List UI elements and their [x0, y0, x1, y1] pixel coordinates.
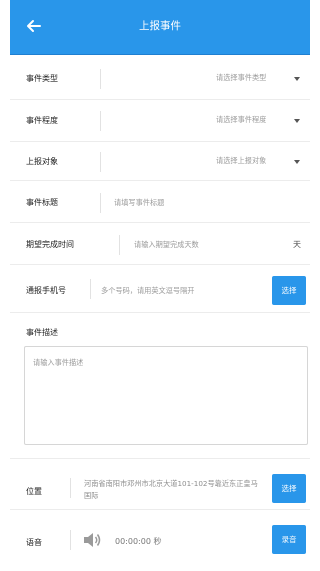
page-title: 上报事件	[139, 20, 181, 32]
notify-phone-label: 通报手机号	[26, 286, 66, 295]
event-title-label: 事件标题	[26, 198, 58, 207]
speaker-icon[interactable]	[82, 531, 102, 549]
severity-select[interactable]: 请选择事件程度	[216, 115, 266, 125]
event-type-select[interactable]: 请选择事件类型	[216, 73, 266, 83]
divider	[119, 235, 120, 255]
description-placeholder: 请输入事件描述	[33, 358, 84, 367]
event-title-row: 事件标题 请填写事件标题	[10, 181, 310, 223]
voice-duration: 00:00:00 秒	[115, 537, 162, 546]
voice-label: 语音	[26, 538, 42, 547]
event-type-row[interactable]: 事件类型 请选择事件类型	[10, 57, 310, 100]
divider	[100, 152, 101, 172]
chevron-down-icon[interactable]	[294, 119, 300, 123]
chevron-down-icon[interactable]	[294, 77, 300, 81]
divider	[90, 279, 91, 299]
due-time-input[interactable]: 请输入期望完成天数	[134, 240, 199, 250]
severity-row[interactable]: 事件程度 请选择事件程度	[10, 100, 310, 142]
report-target-select[interactable]: 请选择上报对象	[216, 156, 266, 166]
due-time-row: 期望完成时间 请输入期望完成天数 天	[10, 223, 310, 265]
select-location-button[interactable]: 选择	[272, 474, 306, 503]
select-phone-button[interactable]: 选择	[272, 276, 306, 305]
divider	[100, 69, 101, 89]
chevron-down-icon[interactable]	[294, 160, 300, 164]
divider	[100, 193, 101, 213]
notify-phone-input[interactable]: 多个号码，请用英文逗号隔开	[101, 286, 194, 296]
divider	[70, 478, 71, 498]
description-label: 事件描述	[26, 328, 58, 337]
days-unit: 天	[293, 240, 301, 249]
event-title-input[interactable]: 请填写事件标题	[114, 198, 164, 208]
record-button[interactable]: 录音	[272, 525, 306, 554]
severity-label: 事件程度	[26, 116, 58, 125]
description-textarea[interactable]: 请输入事件描述	[24, 346, 308, 445]
notify-phone-row: 通报手机号 多个号码，请用英文逗号隔开 选择	[10, 265, 310, 313]
voice-row: 语音 00:00:00 秒 录音	[10, 510, 310, 562]
report-target-row[interactable]: 上报对象 请选择上报对象	[10, 142, 310, 181]
due-time-label: 期望完成时间	[26, 240, 74, 249]
location-label: 位置	[26, 487, 42, 496]
app-header: 上报事件	[10, 0, 310, 55]
divider	[70, 530, 71, 550]
event-type-label: 事件类型	[26, 74, 58, 83]
report-target-label: 上报对象	[26, 157, 58, 166]
divider	[100, 111, 101, 131]
location-address: 河南省南阳市邓州市北京大道101-102号靠近东正皇马国际	[84, 479, 258, 500]
